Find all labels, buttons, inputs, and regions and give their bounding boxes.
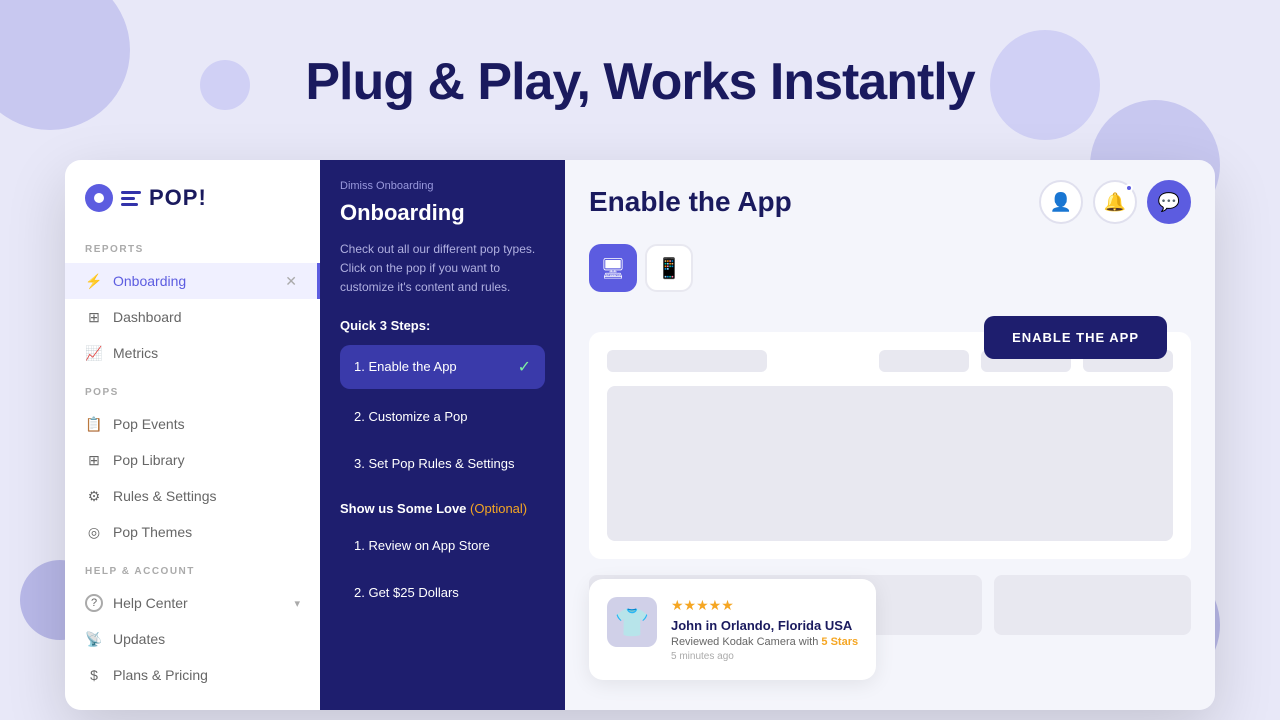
main-content: Enable the App 👤 🔔 💬 🖥: [565, 160, 1215, 710]
bell-icon: 🔔: [1104, 192, 1126, 213]
bell-icon-button[interactable]: 🔔: [1093, 180, 1137, 224]
sidebar-item-metrics[interactable]: 📈 Metrics: [65, 335, 320, 371]
section-reports-label: REPORTS: [65, 244, 320, 263]
grid-icon: ⊞: [85, 308, 103, 326]
sidebar-item-updates[interactable]: 📡 Updates: [65, 621, 320, 657]
enable-app-button[interactable]: ENABLE THE APP: [984, 316, 1167, 359]
mobile-icon: 📱: [657, 256, 682, 281]
user-icon-button[interactable]: 👤: [1039, 180, 1083, 224]
close-icon[interactable]: ✕: [285, 273, 297, 290]
sidebar: POP! REPORTS ⚡ Onboarding ✕ ⊞ Dashboard …: [65, 160, 320, 710]
sidebar-item-pop-themes[interactable]: ◎ Pop Themes: [65, 514, 320, 550]
main-header: Enable the App 👤 🔔 💬: [589, 180, 1191, 224]
header-icons: 👤 🔔 💬: [1039, 180, 1191, 224]
settings-icon: ⚙: [85, 487, 103, 505]
review-time: 5 minutes ago: [671, 651, 858, 662]
review-stars-label: 5 Stars: [821, 636, 858, 648]
library-icon: ⊞: [85, 451, 103, 469]
shirt-icon: 👕: [615, 606, 650, 639]
onboarding-title: Onboarding: [340, 200, 545, 226]
chat-icon: 💬: [1158, 192, 1180, 213]
sidebar-item-plans-pricing[interactable]: $ Plans & Pricing: [65, 657, 320, 693]
optional-tag: (Optional): [470, 501, 527, 516]
onboarding-description: Check out all our different pop types. C…: [340, 240, 545, 298]
themes-icon: ◎: [85, 523, 103, 541]
step-get-dollars[interactable]: 2. Get $25 Dollars: [340, 573, 545, 612]
logo: POP!: [65, 184, 320, 236]
chevron-down-icon: ▾: [294, 597, 300, 610]
updates-icon: 📡: [85, 630, 103, 648]
app-window: POP! REPORTS ⚡ Onboarding ✕ ⊞ Dashboard …: [65, 160, 1215, 710]
step-enable-app[interactable]: 1. Enable the App ✓: [340, 345, 545, 389]
preview-area: [589, 332, 1191, 559]
logo-icon: [85, 184, 113, 212]
help-icon: ?: [85, 594, 103, 612]
show-love-label: Show us Some Love (Optional): [340, 501, 545, 516]
device-tab-desktop[interactable]: 🖥: [589, 244, 637, 292]
review-content: ★★★★★ John in Orlando, Florida USA Revie…: [671, 597, 858, 662]
main-content-title: Enable the App: [589, 186, 792, 218]
onboarding-panel: Dimiss Onboarding Onboarding Check out a…: [320, 160, 565, 710]
list-icon: 📋: [85, 415, 103, 433]
sidebar-item-rules-settings[interactable]: ⚙ Rules & Settings: [65, 478, 320, 514]
quick-steps-label: Quick 3 Steps:: [340, 318, 545, 333]
review-stars: ★★★★★: [671, 597, 858, 614]
logo-text: POP!: [149, 185, 207, 211]
card-skeleton-2: [994, 575, 1191, 635]
chat-icon-button[interactable]: 💬: [1147, 180, 1191, 224]
sidebar-item-dashboard[interactable]: ⊞ Dashboard: [65, 299, 320, 335]
sidebar-item-help-center[interactable]: ? Help Center ▾: [65, 585, 320, 621]
step-customize-pop[interactable]: 2. Customize a Pop: [340, 397, 545, 436]
check-icon: ✓: [518, 357, 531, 377]
step-review-app-store[interactable]: 1. Review on App Store: [340, 526, 545, 565]
device-tabs: 🖥 📱: [589, 244, 693, 292]
user-icon: 👤: [1050, 192, 1072, 213]
sidebar-item-onboarding[interactable]: ⚡ Onboarding ✕: [65, 263, 320, 299]
lightning-icon: ⚡: [85, 272, 103, 290]
sidebar-item-pop-events[interactable]: 📋 Pop Events: [65, 406, 320, 442]
dismiss-onboarding-button[interactable]: Dimiss Onboarding: [340, 180, 545, 192]
device-tab-mobile[interactable]: 📱: [645, 244, 693, 292]
step-set-rules[interactable]: 3. Set Pop Rules & Settings: [340, 444, 545, 483]
section-help-label: HELP & ACCOUNT: [65, 566, 320, 585]
preview-placeholder: [607, 386, 1173, 541]
chart-icon: 📈: [85, 344, 103, 362]
desktop-icon: 🖥: [600, 256, 625, 281]
review-avatar: 👕: [607, 597, 657, 647]
notification-dot: [1125, 184, 1133, 192]
skeleton-bar-1: [607, 350, 767, 372]
page-title: Plug & Play, Works Instantly: [0, 52, 1280, 112]
review-name: John in Orlando, Florida USA: [671, 618, 858, 633]
logo-lines-icon: [121, 191, 141, 206]
section-pops-label: POPS: [65, 387, 320, 406]
skeleton-bar-2: [879, 350, 969, 372]
sidebar-item-pop-library[interactable]: ⊞ Pop Library: [65, 442, 320, 478]
review-card: 👕 ★★★★★ John in Orlando, Florida USA Rev…: [589, 579, 876, 680]
review-text: Reviewed Kodak Camera with 5 Stars: [671, 636, 858, 648]
toolbar: 🖥 📱 ENABLE THE APP: [589, 244, 1191, 312]
pricing-icon: $: [85, 666, 103, 684]
